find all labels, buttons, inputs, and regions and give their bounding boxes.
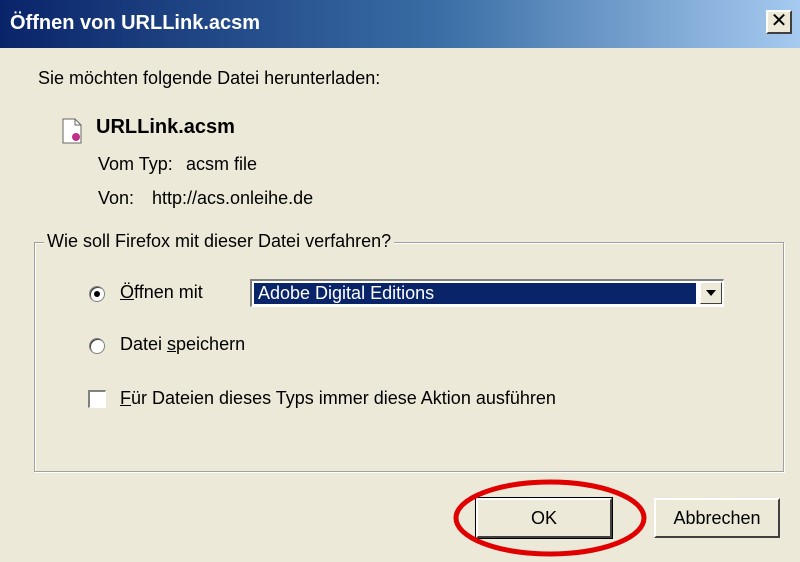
from-value: http://acs.onleihe.de [152, 188, 314, 208]
radio-selected-dot [94, 291, 100, 297]
always-do-accesskey: F [120, 388, 131, 408]
from-label: Von: [98, 188, 135, 208]
close-button[interactable]: ✕ [766, 10, 792, 34]
always-do-label[interactable]: Für Dateien dieses Typs immer diese Akti… [120, 388, 556, 409]
file-name: URLLink.acsm [96, 116, 235, 138]
save-file-label[interactable]: Datei speichern [120, 334, 245, 355]
cancel-button[interactable]: Abbrechen [654, 498, 780, 538]
dialog-title: Öffnen von URLLink.acsm [10, 12, 261, 34]
dropdown-button[interactable] [700, 282, 722, 304]
type-value: acsm file [186, 154, 258, 174]
open-with-label[interactable]: Öffnen mit [120, 282, 203, 303]
application-select[interactable]: Adobe Digital Editions [250, 279, 724, 307]
application-select-value: Adobe Digital Editions [254, 283, 696, 304]
save-file-radio[interactable] [89, 338, 105, 354]
type-label: Vom Typ: [98, 154, 173, 174]
save-file-label-text: peichern [176, 334, 246, 354]
open-with-accesskey: Ö [120, 282, 135, 302]
file-icon [62, 118, 82, 144]
title-bar[interactable]: Öffnen von URLLink.acsm ✕ [0, 0, 800, 48]
save-file-accesskey: s [167, 334, 177, 354]
action-group-legend: Wie soll Firefox mit dieser Datei verfah… [44, 231, 395, 252]
open-with-label-text: ffnen mit [134, 282, 203, 302]
close-icon: ✕ [770, 10, 788, 32]
always-do-label-text: ür Dateien dieses Typs immer diese Aktio… [131, 388, 556, 408]
save-file-label-start: Datei [120, 334, 168, 354]
open-with-radio[interactable] [89, 286, 105, 302]
intro-text: Sie möchten folgende Datei herunterladen… [38, 68, 381, 88]
always-do-checkbox[interactable] [88, 390, 106, 408]
dialog-body: Sie möchten folgende Datei herunterladen… [0, 48, 800, 562]
action-groupbox [34, 242, 784, 472]
ok-button[interactable]: OK [475, 497, 613, 539]
chevron-down-icon [706, 290, 716, 296]
